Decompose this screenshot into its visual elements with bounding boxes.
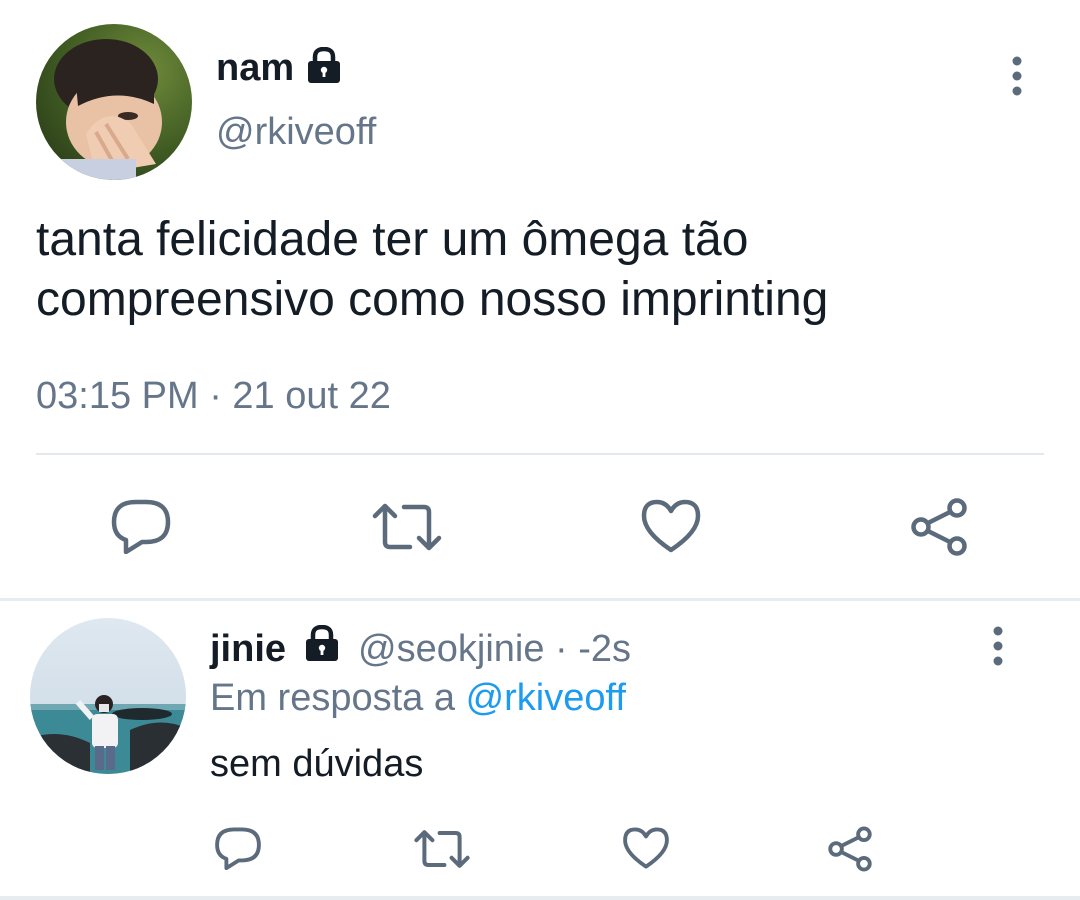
reply-icon [215,827,261,870]
retweet-icon [372,503,442,551]
author-display-name[interactable]: nam [216,47,294,90]
reply-avatar[interactable] [30,618,186,774]
reply-to-handle-link[interactable]: @rkiveoff [466,677,626,719]
reply-more-options-icon[interactable] [987,626,1009,666]
lock-icon [304,46,344,90]
more-options-icon[interactable] [1006,56,1028,96]
reply-like-button[interactable] [622,826,670,870]
reply-to-prefix: Em resposta a [210,677,455,719]
retweet-icon [414,830,470,868]
share-button[interactable] [908,498,970,556]
reply-share-button[interactable] [826,826,874,872]
tweet-timestamp[interactable]: 03:15 PM · 21 out 22 [36,374,391,418]
share-icon [828,826,872,872]
reply-reply-button[interactable] [214,826,262,870]
like-icon [623,827,669,869]
reply-retweet-button[interactable] [414,829,470,869]
avatar[interactable] [36,24,192,180]
retweet-button[interactable] [372,502,442,552]
reply-time[interactable]: · -2s [544,628,631,671]
tweet-text: tanta felicidade ter um ômega tão compre… [36,210,828,330]
reply-text: sem dúvidas [210,743,424,785]
reply-icon [111,499,171,554]
share-icon [911,498,967,556]
like-icon [641,499,701,553]
divider [36,453,1044,455]
tweet-text-line: tanta felicidade ter um ômega tão [36,213,749,266]
tweet-text-line: compreensivo como nosso imprinting [36,273,829,326]
like-button[interactable] [640,498,702,554]
bottom-separator [0,896,1080,900]
reply-author-display-name[interactable]: jinie [210,628,286,671]
section-separator [0,598,1080,601]
reply-author-handle[interactable]: @seokjinie [358,628,544,671]
author-handle[interactable]: @rkiveoff [216,110,376,154]
reply-button[interactable] [110,498,172,554]
lock-icon [302,624,342,673]
